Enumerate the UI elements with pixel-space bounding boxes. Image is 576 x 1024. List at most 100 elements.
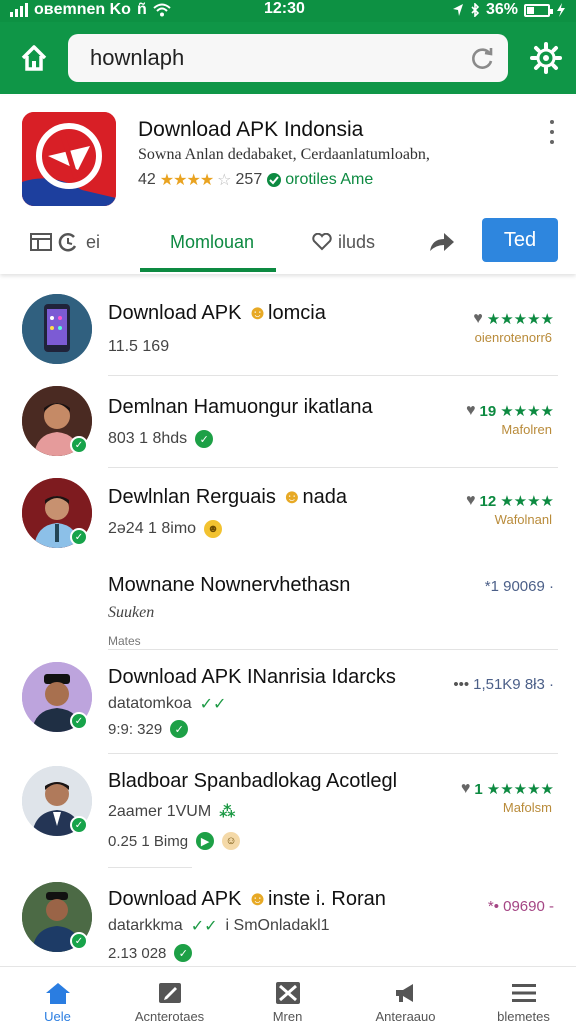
home-icon [21,45,47,71]
verified-check-icon: ✓ [70,712,88,730]
status-bar: oвemnen Ko ñ 12:30 36% [0,0,576,22]
list-icon [30,233,52,251]
clock: 12:30 [264,0,305,17]
list-item[interactable]: ✓ Download APK INanrisia Idarcks datatom… [0,650,576,754]
share-button[interactable] [428,224,456,260]
battery-icon [524,3,553,17]
item-rating-label: Wafolnanl [494,512,552,527]
item-title: Download APK ☻lomcia [108,302,326,324]
active-tab-indicator [140,268,276,272]
app-tabs: ei Momlouan iluds Ted [0,214,576,274]
item-rating: ♥ 19 ★★★★ [466,402,554,420]
leaf-icon: ✓ [174,944,193,962]
nav-activities-label: Acnterotaes [134,1009,205,1024]
rating-empty-star: ☆ [217,172,232,189]
item-meta: Suuken [108,604,155,621]
list-item[interactable]: ✓ Download APK ☻inste i. Roran datarkkma… [0,868,576,968]
nav-activities[interactable]: Acnterotaes [112,967,227,1024]
nav-media[interactable]: Mren [230,967,345,1024]
overflow-menu-button[interactable] [546,120,558,144]
item-rating-label: oienrotenorr6 [474,330,552,345]
settings-icon[interactable] [530,42,562,74]
item-title: Bladboar Spanbadlokag Acotlegl [108,770,398,792]
review-count: 257 [235,171,263,188]
wifi-icon [153,3,171,17]
item-meta: 803 1 8hds ✓ [108,430,214,448]
megaphone-icon [395,984,413,1002]
carrier-label: oвemnen Ko [34,1,131,18]
item-rating: *1 90069 · [484,578,554,595]
menu-icon [511,984,536,1002]
bottom-navigation: Uele Acnterotaes Mren Anteraauo blemetes [0,966,576,1024]
item-meta: datarkkma ✓✓ i SmOnladakl1 [108,917,330,935]
home-icon [45,983,70,1004]
item-rating: ♥ 1 ★★★★★ [460,780,554,798]
verified-check-icon: ✓ [70,436,88,454]
refresh-icon[interactable] [468,44,496,72]
rating-stars: ★★★★ [159,172,214,189]
item-meta: datatomkoa ✓✓ [108,695,227,713]
tab-download[interactable]: Momlouan [170,224,254,260]
item-sub: 2.13 028 ✓ [108,944,193,962]
item-title: Dewlnlan Rerguais ☻nada [108,486,347,508]
nav-home[interactable]: Uele [0,967,115,1024]
heart-icon[interactable]: ♥ [466,492,476,510]
tab-favorites[interactable]: iluds [312,224,375,260]
nav-more[interactable]: blemetes [466,967,576,1024]
app-logo [22,112,116,206]
battery-percent: 36% [485,1,518,18]
item-title: Demlnan Hamuongur ikatlana [108,396,373,418]
tab-details[interactable]: ei [30,224,100,260]
app-subtitle: Sowna Anlan dedabaket, Cerdaanlatumloabn… [138,146,430,163]
verified-check-icon: ✓ [70,528,88,546]
item-title: Mownane Nownervhethasn [108,574,351,596]
app-rating: 42 [138,171,156,188]
item-rating: ♥ ★★★★★ [473,310,554,328]
list-item[interactable]: ✓ Bladboar Spanbadlokag Acotlegl 2aamer … [0,754,576,868]
bluetooth-icon [471,3,480,17]
nav-announcements[interactable]: Anteraauo [348,967,463,1024]
list-item[interactable]: Download APK ☻lomcia 11.5 169 ♥ ★★★★★ oi… [0,280,576,376]
app-badge-label: orotiles Ame [285,171,374,188]
verified-icon [267,173,282,187]
heart-icon[interactable]: ♥ [473,310,483,328]
item-sub: 0.25 1 Bimg ▶ ☺ [108,832,241,850]
app-bar [0,22,576,94]
status-extra: ñ [136,1,147,18]
history-icon [58,232,77,252]
tab-details-label: ei [86,231,101,252]
heart-icon[interactable]: ♥ [466,402,476,420]
check-badge-icon: ✓ [195,430,214,448]
verified-check-icon: ✓ [70,932,88,950]
test-button[interactable]: Ted [482,218,558,262]
item-rating-label: Mafolren [501,422,552,437]
more-icon[interactable]: ••• [453,676,469,693]
search-input[interactable] [90,44,450,72]
app-meta: 42 ★★★★ ☆ 257 orotiles Ame [138,170,373,190]
item-rating: ••• 1,51K9 8ł3 · [453,676,554,693]
item-sub: 9:9: 329 ✓ [108,720,189,738]
play-icon: ▶ [196,832,215,850]
item-meta: 11.5 169 [108,338,170,355]
list-item[interactable]: ✓ Dewlnlan Rerguais ☻nada 2ə24 1 8imo ☻ ♥… [0,468,576,562]
nav-more-label: blemetes [497,1009,550,1024]
item-meta: 2ə24 1 8imo ☻ [108,520,223,538]
heart-icon [312,233,332,251]
item-rating-label: Mafolsm [502,800,552,815]
home-button[interactable] [14,38,54,78]
avatar [22,294,92,364]
tab-favorites-label: iluds [338,231,376,252]
edit-icon [158,983,181,1003]
share-icon [430,233,454,251]
list-item[interactable]: Mownane Nownervhethasn Suuken Mates *1 9… [0,562,576,650]
search-bar [68,34,508,82]
signal-icon [10,3,28,17]
emoji-icon: ☺ [222,832,241,850]
tab-download-label: Momlouan [170,231,255,252]
app-title: Download APK Indonsia [138,118,364,141]
list-item[interactable]: ✓ Demlnan Hamuongur ikatlana 803 1 8hds ✓… [0,376,576,468]
leaf-icon: ⁂ [219,804,236,821]
nav-home-label: Uele [44,1009,71,1024]
heart-icon[interactable]: ♥ [461,780,471,798]
charging-icon [557,3,565,17]
